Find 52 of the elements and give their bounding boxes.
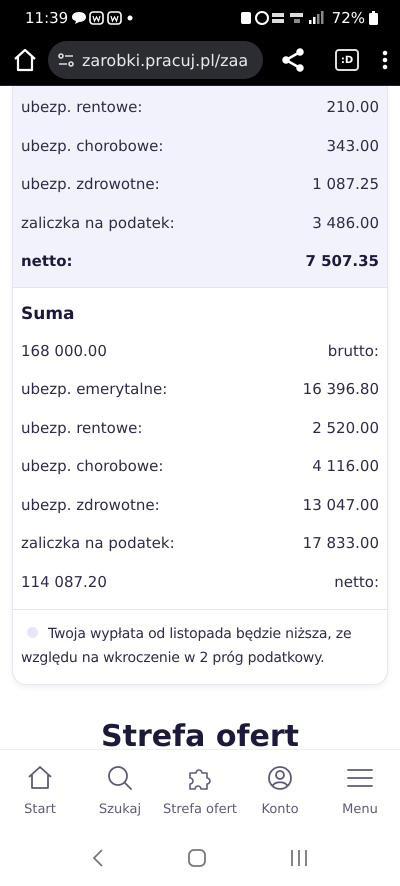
recents-icon[interactable] (290, 849, 308, 867)
row-text: netto: (334, 572, 379, 591)
nav-item[interactable]: Strefa ofert (160, 750, 240, 830)
section-title: Suma (20, 302, 76, 326)
nav-item[interactable]: Menu (320, 750, 400, 830)
address-bar[interactable]: zarobki.pracuj.pl/zaa (48, 41, 263, 79)
row-text: ubezp. rentowe: (21, 418, 142, 437)
chat-icon (72, 12, 86, 24)
home-button-icon[interactable] (188, 849, 206, 867)
tabs-button[interactable]: :D (335, 49, 359, 71)
search-icon (106, 764, 134, 792)
app-icon (89, 10, 104, 24)
row-value: 210.00 (326, 98, 379, 116)
clock: 11:39 (25, 8, 68, 26)
row-value: 1 087.25 (312, 175, 379, 194)
row-text: brutto: (328, 342, 379, 360)
row-label: ubezp. zdrowotne: (21, 175, 160, 194)
row-text: 16 396.80 (302, 380, 379, 398)
more-icon[interactable] (382, 50, 388, 70)
nav-item[interactable]: Szukaj (80, 750, 160, 830)
row-label: zaliczka na podatek: (21, 214, 175, 232)
row-text: ubezp. emerytalne: (21, 380, 168, 398)
row-text: 114 087.20 (21, 572, 107, 591)
home-icon[interactable] (12, 47, 38, 73)
share-icon[interactable] (281, 48, 305, 72)
row-label: netto: (21, 252, 72, 270)
account-icon (266, 764, 294, 792)
battery-percent: 72% (332, 8, 365, 26)
nav-item[interactable]: Konto (240, 750, 320, 830)
row-text: 168 000.00 (21, 342, 107, 360)
row-text: 13 047.00 (302, 496, 379, 514)
home-icon (26, 764, 54, 792)
row-text: 2 520.00 (312, 418, 379, 437)
section-heading: Strefa ofert (100, 719, 300, 749)
back-icon[interactable] (92, 848, 104, 868)
row-text: ubezp. zdrowotne: (21, 496, 160, 514)
row-text: 17 833.00 (302, 534, 379, 552)
row-value: 3 486.00 (312, 214, 379, 232)
row-value: 343.00 (326, 136, 379, 155)
site-settings-icon (58, 53, 74, 67)
info-note: Twoja wypłata od listopada będzie niższa, ze względu na wkroczenie w 2 próg podatkowy. (21, 625, 352, 668)
row-text: 4 116.00 (312, 457, 379, 476)
row-value: 7 507.35 (305, 252, 379, 270)
url-text: zarobki.pracuj.pl/zaa (82, 50, 248, 70)
nav-item[interactable]: Start (0, 750, 80, 830)
row-text: zaliczka na podatek: (21, 534, 175, 552)
row-label: ubezp. rentowe: (21, 98, 142, 116)
battery-icon (369, 10, 378, 24)
row-label: ubezp. chorobowe: (21, 136, 164, 155)
dot-icon (125, 14, 136, 20)
app-icon (107, 10, 122, 24)
row-text: ubezp. chorobowe: (21, 457, 164, 476)
